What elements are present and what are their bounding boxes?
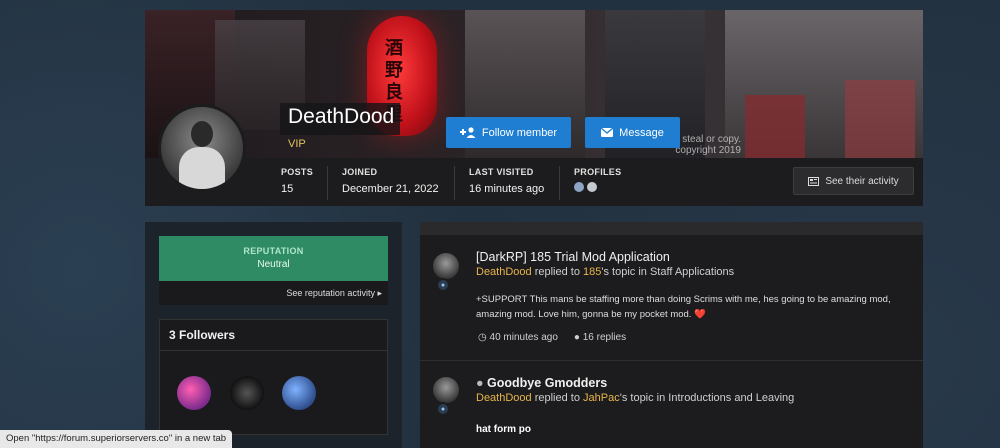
feed-suffix: 's topic in Introductions and Leaving	[619, 392, 795, 404]
feed-item-snippet: hat form po	[476, 424, 531, 435]
reputation-value: Neutral	[257, 259, 290, 270]
feed-replies: ● 16 replies	[574, 332, 626, 343]
feed-item-body: +SUPPORT This mans be staffing more than…	[476, 292, 916, 322]
see-reputation-link[interactable]: See reputation activity	[286, 288, 375, 298]
stat-joined-value: December 21, 2022	[342, 183, 439, 195]
clock-icon: ◷	[478, 332, 487, 343]
message-button[interactable]: Message	[585, 117, 680, 148]
steam-icon[interactable]	[587, 182, 597, 192]
followers-title: 3 Followers	[160, 320, 387, 351]
feed-item-meta: DeathDood replied to JahPac's topic in I…	[476, 392, 794, 404]
comment-icon: ●	[436, 278, 450, 292]
feed-item-title-text: Goodbye Gmodders	[487, 376, 608, 390]
follower-avatar[interactable]	[177, 376, 211, 410]
feed-author-link[interactable]: DeathDood	[476, 266, 532, 278]
stat-posts: POSTS 15	[281, 167, 313, 195]
feed-suffix: 's topic in Staff Applications	[601, 266, 735, 278]
profile-avatar[interactable]	[158, 104, 246, 192]
activity-feed-header	[420, 222, 923, 235]
comment-count-icon: ●	[573, 332, 580, 343]
feed-author-avatar[interactable]	[433, 377, 459, 403]
caret-right-icon: ▸	[377, 288, 382, 298]
stat-last-visited: LAST VISITED 16 minutes ago	[469, 167, 544, 195]
stat-divider	[327, 166, 328, 200]
reputation-label: REPUTATION	[243, 246, 304, 256]
stat-profiles-key: PROFILES	[574, 167, 622, 177]
reputation-link-row: See reputation activity ▸	[159, 281, 388, 305]
profile-links	[574, 182, 621, 192]
profile-usergroup: VIP	[288, 138, 306, 150]
status-dot-icon: ●	[476, 376, 484, 390]
stat-divider	[559, 166, 560, 200]
cover-watermark: steal or copy. copyright 2019	[675, 134, 741, 156]
stat-joined: JOINED December 21, 2022	[342, 167, 439, 195]
stat-posts-value: 15	[281, 183, 294, 195]
follower-avatar[interactable]	[282, 376, 316, 410]
see-activity-button[interactable]: See their activity	[793, 167, 914, 195]
feed-divider	[420, 360, 923, 361]
stat-divider	[454, 166, 455, 200]
feed-time: ◷ 40 minutes ago	[478, 332, 558, 343]
watermark-line-1: steal or copy.	[682, 134, 741, 145]
globe-profile-icon[interactable]	[574, 182, 584, 192]
profile-username: DeathDood	[280, 103, 401, 135]
stat-posts-key: POSTS	[281, 167, 314, 177]
stat-last-visited-key: LAST VISITED	[469, 167, 534, 177]
feed-target-user-link[interactable]: 185	[583, 266, 601, 278]
avatar-figure-body	[179, 147, 225, 189]
stat-last-visited-value: 16 minutes ago	[469, 183, 545, 195]
follower-avatar[interactable]	[230, 376, 264, 410]
stat-joined-key: JOINED	[342, 167, 378, 177]
feed-target-user-link[interactable]: JahPac	[583, 392, 620, 404]
stat-profiles: PROFILES	[574, 167, 621, 192]
feed-replies-text: 16 replies	[582, 332, 627, 343]
message-label: Message	[619, 126, 664, 139]
feed-author-avatar[interactable]	[433, 253, 459, 279]
watermark-line-2: copyright 2019	[675, 145, 741, 156]
feed-author-link[interactable]: DeathDood	[476, 392, 532, 404]
user-plus-icon	[459, 127, 476, 138]
envelope-icon	[601, 128, 614, 137]
comment-icon: ●	[436, 402, 450, 416]
heart-emoji: ❤️	[694, 309, 706, 320]
avatar-figure-head	[191, 121, 213, 147]
follow-member-label: Follow member	[481, 126, 558, 139]
follow-member-button[interactable]: Follow member	[446, 117, 571, 148]
newspaper-icon	[808, 176, 820, 186]
reputation-box: REPUTATION Neutral	[159, 236, 388, 281]
feed-item-title[interactable]: ● Goodbye Gmodders	[476, 376, 607, 390]
feed-item-meta: DeathDood replied to 185's topic in Staf…	[476, 266, 734, 278]
feed-time-text: 40 minutes ago	[489, 332, 558, 343]
see-activity-label: See their activity	[825, 175, 899, 187]
feed-verb: replied to	[531, 266, 584, 278]
feed-body-text: +SUPPORT This mans be staffing more than…	[476, 294, 891, 320]
feed-verb: replied to	[531, 392, 584, 404]
browser-status-bar: Open "https://forum.superiorservers.co" …	[0, 430, 233, 448]
feed-item-title[interactable]: [DarkRP] 185 Trial Mod Application	[476, 250, 670, 264]
feed-item-stats: ◷ 40 minutes ago ● 16 replies	[478, 332, 626, 343]
